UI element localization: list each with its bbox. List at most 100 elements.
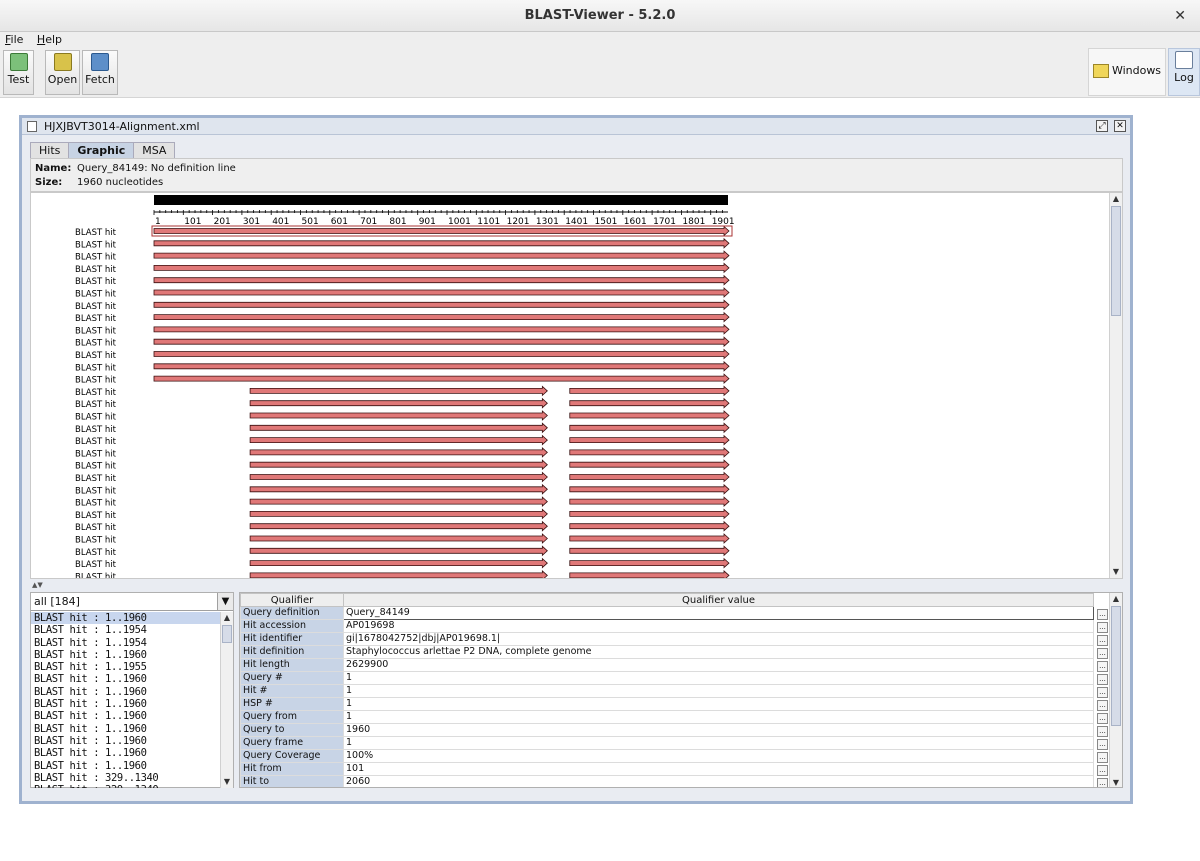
hit-segment[interactable]	[153, 250, 730, 261]
scroll-down-icon[interactable]: ▼	[221, 776, 233, 788]
tab-graphic[interactable]: Graphic	[68, 142, 135, 158]
hit-segment[interactable]	[569, 397, 730, 409]
hit-segment[interactable]	[569, 533, 730, 544]
hit-segment[interactable]	[569, 459, 730, 471]
hit-segment[interactable]	[569, 483, 730, 495]
list-item[interactable]: BLAST hit : 329..1340	[31, 772, 221, 784]
test-button[interactable]: Test	[3, 50, 34, 95]
hit-segment[interactable]	[249, 533, 548, 544]
edit-value-button[interactable]: ...	[1097, 661, 1108, 672]
hit-segment[interactable]	[569, 545, 730, 557]
hit-segment[interactable]	[153, 287, 730, 298]
scroll-up-icon[interactable]: ▲	[1110, 193, 1122, 205]
hit-segment[interactable]	[249, 434, 548, 446]
hit-segment[interactable]	[249, 459, 548, 471]
edit-value-button[interactable]: ...	[1097, 765, 1108, 776]
hit-list[interactable]: BLAST hit : 1..1960 BLAST hit : 1..1954 BL…	[31, 612, 221, 788]
scroll-up-icon[interactable]: ▲	[221, 612, 233, 624]
table-row[interactable]: Query #1	[240, 671, 1094, 685]
table-row[interactable]: Hit identifier gi|1678042752|dbj|AP019698…	[240, 632, 1094, 646]
split-divider[interactable]: ▲▼	[30, 581, 1123, 589]
hit-segment[interactable]	[569, 570, 730, 579]
hit-segment[interactable]	[249, 570, 548, 579]
maximize-icon[interactable]: ⤢	[1096, 120, 1108, 132]
table-row[interactable]: Hit accession AP019698	[240, 619, 1094, 633]
hit-segment[interactable]	[249, 545, 548, 557]
list-item[interactable]: BLAST hit : 1..1960	[31, 612, 221, 625]
list-item[interactable]: BLAST hit : 329..1340	[31, 784, 221, 788]
fetch-button[interactable]: Fetch	[82, 50, 118, 95]
hit-segment[interactable]	[569, 422, 730, 434]
list-item[interactable]: BLAST hit : 1..1960	[31, 735, 221, 747]
hit-segment[interactable]	[249, 410, 548, 421]
list-item[interactable]: BLAST hit : 1..1960	[31, 698, 221, 710]
hit-segment[interactable]	[153, 311, 730, 323]
scroll-down-icon[interactable]: ▼	[1110, 566, 1122, 578]
log-button[interactable]: Log	[1168, 48, 1200, 96]
list-item[interactable]: BLAST hit : 1..1954	[31, 624, 221, 636]
list-item[interactable]: BLAST hit : 1..1960	[31, 760, 221, 772]
edit-value-button[interactable]: ...	[1097, 609, 1108, 620]
table-row[interactable]: HSP #1	[240, 697, 1094, 711]
edit-value-button[interactable]: ...	[1097, 778, 1108, 787]
close-icon[interactable]: ✕	[1174, 0, 1186, 32]
scroll-down-icon[interactable]: ▼	[1110, 777, 1122, 787]
hit-segment[interactable]	[249, 496, 548, 507]
list-item[interactable]: BLAST hit : 1..1954	[31, 637, 221, 649]
table-row[interactable]: Hit definition Staphylococcus arlettae P2…	[240, 645, 1094, 659]
table-row[interactable]: Hit #1	[240, 684, 1094, 698]
edit-value-button[interactable]: ...	[1097, 622, 1108, 633]
edit-value-button[interactable]: ...	[1097, 635, 1108, 646]
list-item[interactable]: BLAST hit : 1..1960	[31, 673, 221, 685]
edit-value-button[interactable]: ...	[1097, 648, 1108, 659]
hit-segment[interactable]	[569, 434, 730, 446]
windows-button[interactable]: Windows	[1088, 48, 1166, 96]
edit-value-button[interactable]: ...	[1097, 674, 1108, 685]
list-item[interactable]: BLAST hit : 1..1955	[31, 661, 221, 673]
close-frame-icon[interactable]: ✕	[1114, 120, 1126, 132]
qualifier-value[interactable]: Query_84149	[343, 606, 1094, 620]
hit-segment[interactable]	[569, 496, 730, 507]
list-item[interactable]: BLAST hit : 1..1960	[31, 686, 221, 698]
edit-value-button[interactable]: ...	[1097, 713, 1108, 724]
hit-segment[interactable]	[153, 373, 730, 384]
hit-segment[interactable]	[153, 299, 730, 311]
table-row[interactable]: Hit length 2629900	[240, 658, 1094, 672]
table-row[interactable]: Query definition Query_84149	[240, 606, 1094, 620]
hit-segment[interactable]	[153, 262, 730, 274]
hit-list-scrollbar[interactable]: ▲ ▼	[220, 612, 233, 788]
table-row[interactable]: Hit to 2060	[240, 775, 1094, 787]
hit-segment[interactable]	[249, 385, 548, 397]
hit-segment[interactable]	[569, 385, 730, 397]
list-item[interactable]: BLAST hit : 1..1960	[31, 747, 221, 759]
hit-filter-select[interactable]: all [184] ▼	[31, 593, 233, 611]
hit-segment[interactable]	[249, 508, 548, 520]
edit-value-button[interactable]: ...	[1097, 687, 1108, 698]
hit-segment[interactable]	[153, 237, 730, 249]
hit-segment[interactable]	[249, 483, 548, 495]
hit-segment[interactable]	[569, 447, 730, 458]
edit-value-button[interactable]: ...	[1097, 739, 1108, 750]
qualifier-value-header[interactable]: Qualifier value	[343, 593, 1094, 607]
edit-value-button[interactable]: ...	[1097, 726, 1108, 737]
table-row[interactable]: Query from 1	[240, 710, 1094, 724]
hit-segment[interactable]	[569, 471, 730, 483]
qualifier-scroll-thumb[interactable]	[1111, 606, 1121, 726]
tab-hits[interactable]: Hits	[30, 142, 70, 158]
hit-segment[interactable]	[569, 508, 730, 520]
table-row[interactable]: Query frame 1	[240, 736, 1094, 750]
table-row[interactable]: Query Coverage 100%	[240, 749, 1094, 763]
hit-segment[interactable]	[153, 360, 730, 372]
qualifier-header[interactable]: Qualifier	[240, 593, 344, 607]
hit-segment[interactable]	[153, 324, 730, 335]
graphic-scroll-thumb[interactable]	[1111, 206, 1121, 316]
hit-segment[interactable]	[153, 348, 730, 360]
open-button[interactable]: Open	[45, 50, 80, 95]
hit-segment[interactable]	[569, 410, 730, 421]
hit-segment[interactable]	[249, 397, 548, 409]
hit-segment[interactable]	[153, 225, 730, 237]
hit-segment[interactable]	[249, 520, 548, 532]
edit-value-button[interactable]: ...	[1097, 700, 1108, 711]
list-item[interactable]: BLAST hit : 1..1960	[31, 723, 221, 735]
chevron-down-icon[interactable]: ▼	[217, 593, 233, 610]
